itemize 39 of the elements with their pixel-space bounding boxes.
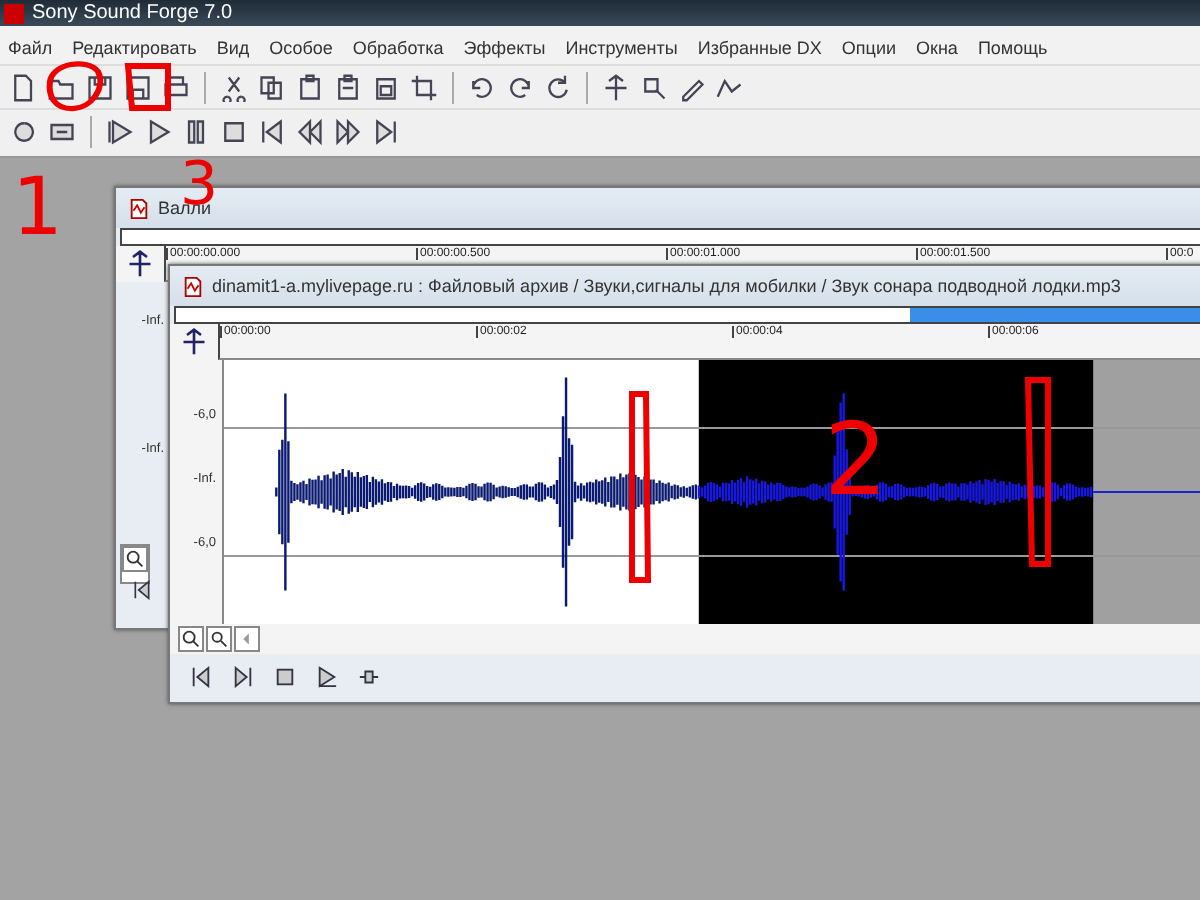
overview-bar[interactable] [120,228,1200,246]
menu-item[interactable]: Редактировать [72,37,197,57]
app-logo-icon [4,3,24,23]
waveform-drawing[interactable] [224,360,1200,624]
zoom-in-icon[interactable] [178,626,204,652]
copy-icon[interactable] [256,71,288,103]
skip-start-icon[interactable] [256,115,288,147]
rewind-icon[interactable] [294,115,326,147]
waveform-file-icon [182,275,204,297]
menu-item[interactable]: Инструменты [565,37,678,57]
annotation-box [124,62,172,112]
zoom-icon[interactable] [122,546,148,572]
menu-item[interactable]: Помощь [977,37,1048,57]
stop-icon[interactable] [274,666,296,688]
menu-item[interactable]: Опции [841,37,897,57]
menu-item[interactable]: Особое [269,37,333,57]
crop-icon[interactable] [408,71,440,103]
play-all-icon[interactable] [104,115,136,147]
menu-item[interactable]: Файл [8,37,53,57]
skip-start-icon[interactable] [190,666,212,688]
menu-item[interactable]: Эффекты [463,37,546,57]
menu-item[interactable]: Вид [216,37,250,57]
menu-item[interactable]: Окна [916,37,958,57]
refresh-icon[interactable] [542,71,574,103]
skip-end-icon[interactable] [370,115,402,147]
waveform-file-icon [128,197,150,219]
zoom-out-icon[interactable] [206,626,232,652]
annotation-number: 1 [12,176,63,240]
window-title: dinamit1-a.mylivepage.ru : Файловый архив / Звуки,сигналы для мобилки / Звук сонара подводной лодки.mp3 [212,276,1121,296]
fast-forward-icon[interactable] [332,115,364,147]
menu-item[interactable]: Обработка [352,37,444,57]
window-title: Валли [158,198,212,218]
window-title: Sony Sound Forge 7.0 [32,2,233,24]
skip-end-icon[interactable] [232,666,254,688]
menu-item[interactable]: Избранные DX [697,37,822,57]
skip-start-icon[interactable] [132,580,152,600]
scissors-icon[interactable] [218,71,250,103]
play-icon[interactable] [316,666,338,688]
overview-bar[interactable] [174,306,1200,324]
